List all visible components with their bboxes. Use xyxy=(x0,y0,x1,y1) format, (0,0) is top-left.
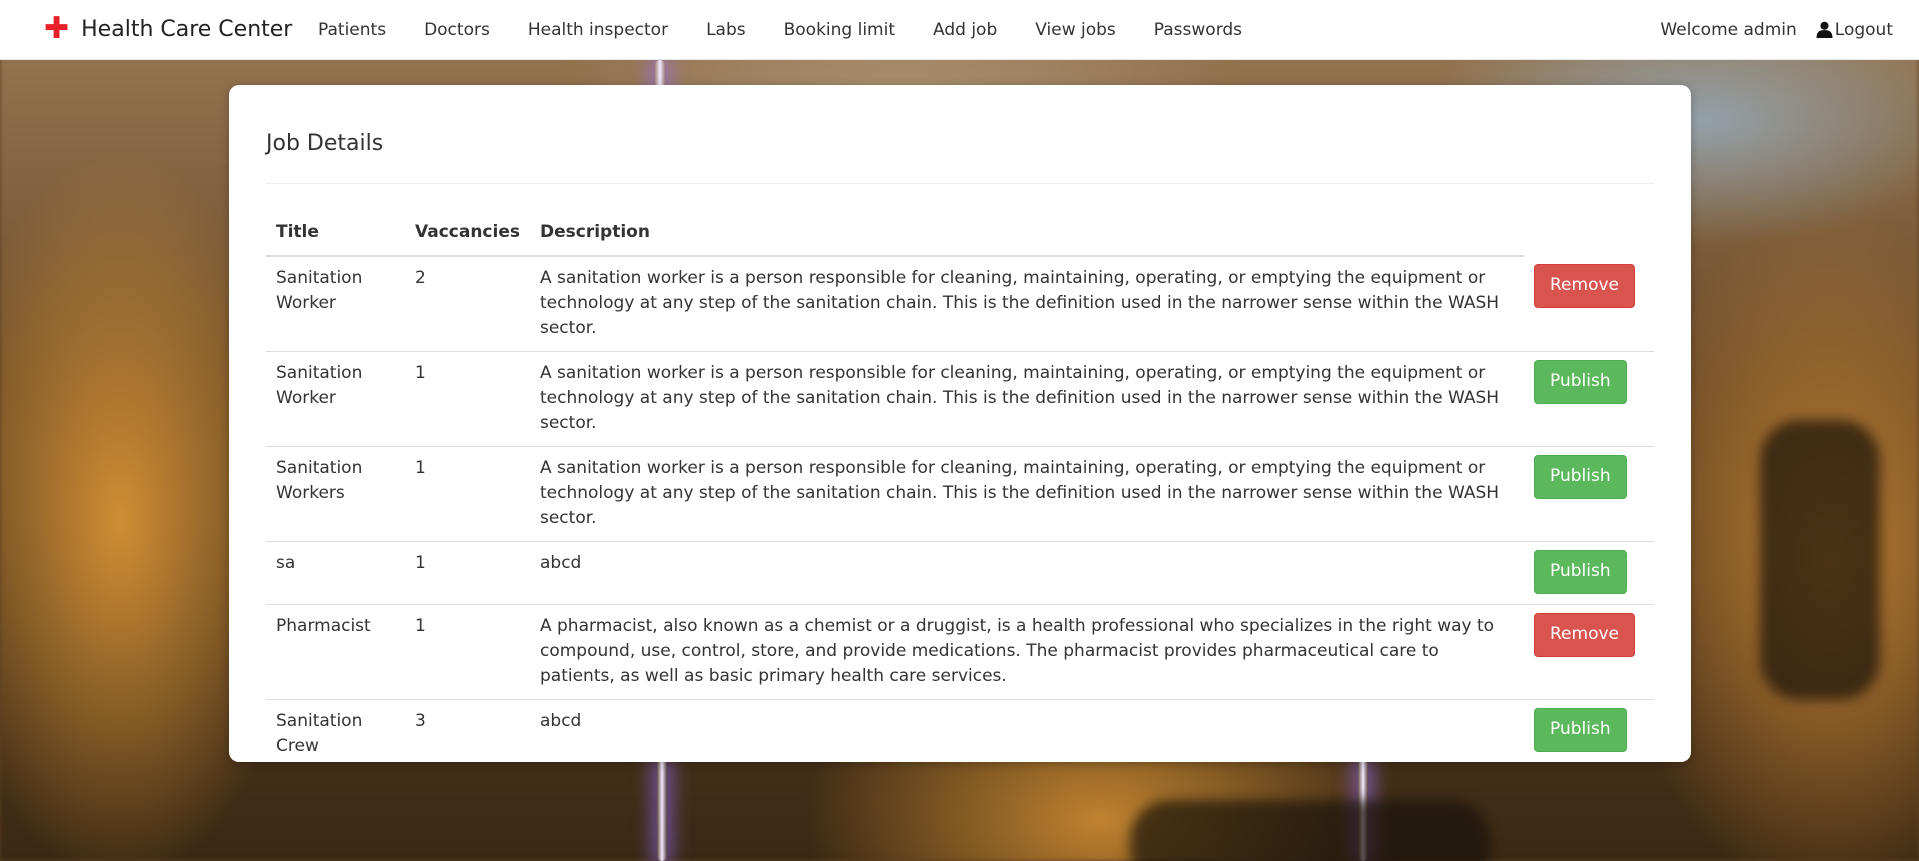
action-cell: Publish xyxy=(1524,446,1654,542)
table-header-row: Title Vaccancies Description xyxy=(266,209,1654,257)
background-decoration xyxy=(1760,420,1880,700)
nav-link-booking-limit[interactable]: Booking limit xyxy=(765,20,914,40)
background-decoration xyxy=(657,760,667,861)
job-title-cell: Sanitation Worker xyxy=(276,268,363,313)
red-cross-icon: ✚ xyxy=(44,11,70,46)
action-cell: Publish xyxy=(1524,699,1654,769)
job-title-cell: Sanitation Workers xyxy=(266,446,405,542)
vacancies-cell: 1 xyxy=(405,541,530,605)
job-title-cell: Sanitation Crew xyxy=(266,699,405,769)
action-cell: Remove xyxy=(1524,604,1654,700)
nav-link-passwords[interactable]: Passwords xyxy=(1135,20,1261,40)
action-cell: Remove xyxy=(1524,256,1654,352)
vacancies-cell: 1 xyxy=(405,446,530,542)
publish-button[interactable]: Publish xyxy=(1534,708,1627,752)
job-title-cell: sa xyxy=(266,541,405,605)
job-title-cell: Sanitation Worker xyxy=(266,351,405,447)
background-decoration xyxy=(1130,800,1490,861)
nav-links: Patients Doctors Health inspector Labs B… xyxy=(299,0,1261,59)
divider xyxy=(266,183,1654,184)
logout-label: Logout xyxy=(1834,19,1893,40)
welcome-text: Welcome admin xyxy=(1660,19,1797,40)
vacancies-cell: 1 xyxy=(405,604,530,700)
remove-button[interactable]: Remove xyxy=(1534,264,1635,308)
vacancies-cell: 2 xyxy=(415,268,426,288)
table-row: Sanitation Crew 3 abcd Publish xyxy=(266,699,1654,769)
nav-link-doctors[interactable]: Doctors xyxy=(405,20,509,40)
vacancies-cell: 3 xyxy=(405,699,530,769)
job-title-cell: Pharmacist xyxy=(266,604,405,700)
nav-link-patients[interactable]: Patients xyxy=(299,20,405,40)
column-header-title: Title xyxy=(266,209,405,257)
column-header-action xyxy=(1524,209,1654,256)
publish-button[interactable]: Publish xyxy=(1534,360,1627,404)
nav-link-labs[interactable]: Labs xyxy=(687,20,765,40)
nav-link-add-job[interactable]: Add job xyxy=(914,20,1016,40)
page-title: Job Details xyxy=(266,131,384,156)
description-cell: A pharmacist, also known as a chemist or… xyxy=(529,604,1524,700)
description-cell: abcd xyxy=(529,541,1524,605)
column-header-description: Description xyxy=(529,209,1524,257)
brand-title: Health Care Center xyxy=(81,16,293,42)
brand[interactable]: ✚ Health Care Center xyxy=(44,14,292,44)
nav-link-view-jobs[interactable]: View jobs xyxy=(1016,20,1135,40)
table-row: Sanitation Workers 1 A sanitation worker… xyxy=(266,446,1654,542)
description-cell: abcd xyxy=(529,699,1524,769)
description-cell: A sanitation worker is a person responsi… xyxy=(529,446,1524,542)
nav-link-health-inspector[interactable]: Health inspector xyxy=(509,20,687,40)
table-row: Sanitation Worker 2 A sanitation worker … xyxy=(266,256,1654,352)
table-row: Sanitation Worker 1 A sanitation worker … xyxy=(266,351,1654,447)
description-cell: A sanitation worker is a person responsi… xyxy=(529,351,1524,447)
top-navbar: ✚ Health Care Center Patients Doctors He… xyxy=(0,0,1919,60)
action-cell: Publish xyxy=(1524,351,1654,447)
jobs-table: Title Vaccancies Description Sanitation … xyxy=(266,209,1654,769)
table-row: sa 1 abcd Publish xyxy=(266,541,1654,605)
action-cell: Publish xyxy=(1524,541,1654,605)
column-header-vacancies: Vaccancies xyxy=(405,209,530,257)
nav-user-area: Welcome admin Logout xyxy=(1660,0,1893,59)
logout-link[interactable]: Logout xyxy=(1816,20,1893,40)
vacancies-cell: 1 xyxy=(405,351,530,447)
description-cell: A sanitation worker is a person responsi… xyxy=(539,268,1500,338)
user-icon xyxy=(1816,21,1833,38)
publish-button[interactable]: Publish xyxy=(1534,455,1627,499)
remove-button[interactable]: Remove xyxy=(1534,613,1635,657)
job-details-card: Job Details Title Vaccancies Description… xyxy=(229,85,1691,769)
table-row: Pharmacist 1 A pharmacist, also known as… xyxy=(266,604,1654,700)
publish-button[interactable]: Publish xyxy=(1534,550,1627,594)
